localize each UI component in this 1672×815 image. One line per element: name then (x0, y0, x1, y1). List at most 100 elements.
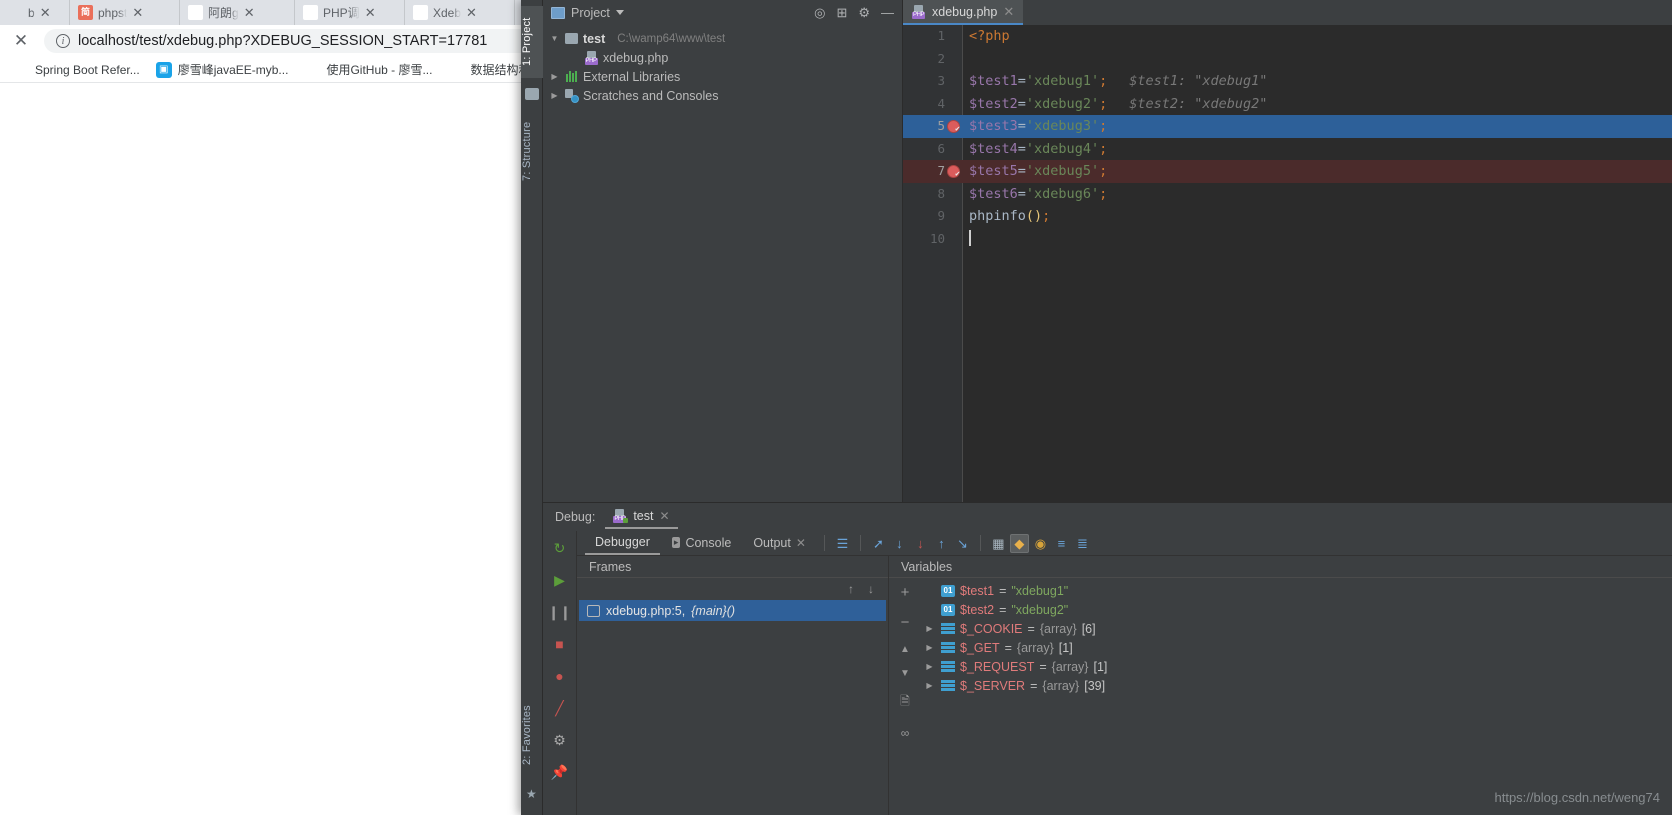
close-icon[interactable]: ✕ (659, 509, 669, 523)
tab-output[interactable]: Output ✕ (743, 533, 816, 554)
step-into-icon[interactable]: ↓ (890, 534, 909, 553)
minimize-icon[interactable]: — (881, 6, 894, 19)
stop-icon[interactable]: ■ (550, 634, 570, 654)
breakpoint-icon[interactable] (947, 163, 960, 185)
frame-row[interactable]: xdebug.php:5, {main}() (579, 600, 886, 621)
sidebar-item-favorites[interactable]: 2: Favorites (521, 695, 543, 775)
xdebug-icon[interactable]: ◆ (1009, 533, 1029, 553)
force-step-into-icon[interactable]: ↓ (911, 534, 930, 553)
browser-tab[interactable]: C PHP调 ✕ (295, 0, 405, 25)
run-to-cursor-icon[interactable]: ↘ (953, 534, 972, 553)
step-out-icon[interactable]: ↑ (932, 534, 951, 553)
close-icon[interactable]: ✕ (40, 6, 51, 19)
copy-icon[interactable]: 🗎 (900, 692, 910, 713)
folder-strip-icon[interactable] (525, 88, 539, 100)
at-icon[interactable]: ◉ (1031, 534, 1050, 553)
frames-pane: Frames ↑ ↓ xdebug.php:5, {main}() (577, 556, 889, 815)
gear-icon[interactable]: ⚙ (858, 6, 870, 19)
variable-row[interactable]: 01 $test2 = "xdebug2" (923, 600, 1672, 619)
view-breakpoints-icon[interactable]: ● (550, 666, 570, 686)
bookmark-item[interactable]: ✿ Spring Boot Refer... (6, 60, 147, 80)
mute-breakpoints-icon[interactable]: ╱ (550, 698, 570, 718)
project-tree-node[interactable]: Scratches and Consoles (543, 86, 902, 105)
variables-pane: Variables + − ▲ ▼ 🗎 ∞ 01 $test1 = "xdebug1"… (889, 556, 1672, 815)
stop-loading-button[interactable]: ✕ (8, 28, 34, 54)
chevron-right-icon[interactable] (549, 72, 560, 81)
code-token: = (1017, 118, 1026, 134)
rerun-icon[interactable]: ↻ (550, 538, 570, 558)
expand-chevron-icon[interactable]: ▶ (923, 662, 936, 671)
chevron-down-icon[interactable] (549, 34, 560, 43)
code-line[interactable]: 3 $test1='xdebug1'; $test1: "xdebug1" (903, 70, 1672, 93)
bookmark-item[interactable]: ✈ 使用GitHub - 廖雪... (297, 59, 439, 80)
sidebar-item-project[interactable]: 1: Project (521, 6, 543, 78)
code-line[interactable]: 5 $test3='xdebug3'; (903, 115, 1672, 140)
collapse-all-icon[interactable]: ⊞ (836, 6, 847, 19)
phpstorm-window: 1: Project 7: Structure 2: Favorites ★ P… (521, 0, 1672, 815)
code-line[interactable]: 6 $test4='xdebug4'; (903, 138, 1672, 161)
variable-row[interactable]: ▶ $_SERVER = {array} [39] (923, 676, 1672, 695)
debug-session-tab-test[interactable]: PHP test ✕ (605, 506, 678, 529)
code-line[interactable]: 10 (903, 228, 1672, 251)
array-icon (941, 623, 955, 634)
code-line[interactable]: 9 phpinfo(); (903, 205, 1672, 228)
close-icon[interactable]: ✕ (365, 6, 376, 19)
close-icon[interactable]: ✕ (244, 6, 255, 19)
add-watch-icon[interactable]: + (901, 584, 910, 601)
expand-chevron-icon[interactable]: ▶ (923, 681, 936, 690)
variable-row[interactable]: ▶ $_COOKIE = {array} [6] (923, 619, 1672, 638)
layout-settings-icon[interactable]: ☰ (833, 534, 852, 553)
code-line[interactable]: 1 <?php (903, 25, 1672, 48)
expand-chevron-icon[interactable]: ▶ (923, 624, 936, 633)
project-tree-node[interactable]: PHP xdebug.php (543, 48, 902, 67)
close-icon[interactable]: ✕ (132, 6, 143, 19)
pin-icon[interactable]: 📌 (550, 762, 570, 782)
code-line[interactable]: 8 $test6='xdebug6'; (903, 183, 1672, 206)
sort-values-icon[interactable]: ≡ (1052, 534, 1071, 553)
tab-console[interactable]: ▸ Console (662, 533, 741, 554)
favorites-star-icon[interactable]: ★ (526, 787, 537, 801)
evaluate-expression-icon[interactable]: ▦ (989, 534, 1008, 553)
code-line[interactable]: 4 $test2='xdebug2'; $test2: "xdebug2" (903, 93, 1672, 116)
code-line[interactable]: 2 (903, 48, 1672, 71)
remove-watch-icon[interactable]: − (901, 614, 910, 631)
chevron-right-icon[interactable] (549, 91, 560, 100)
sort-down-icon[interactable]: ↓ (868, 582, 874, 596)
close-icon[interactable]: ✕ (796, 536, 806, 550)
close-icon[interactable]: ✕ (466, 6, 477, 19)
code-line[interactable]: 7 $test5='xdebug5'; (903, 160, 1672, 185)
browser-tab[interactable]: C 阿朗g ✕ (180, 0, 295, 25)
close-icon[interactable]: ✕ (1003, 4, 1014, 20)
tab-debugger[interactable]: Debugger (585, 532, 660, 555)
expand-chevron-icon[interactable]: ▶ (923, 643, 936, 652)
project-tree-node[interactable]: External Libraries (543, 67, 902, 86)
browser-tab[interactable]: b ✕ (0, 0, 70, 25)
chevron-down-icon[interactable] (615, 10, 624, 15)
variable-row[interactable]: 01 $test1 = "xdebug1" (923, 581, 1672, 600)
breakpoint-icon[interactable] (947, 118, 960, 140)
move-down-icon[interactable]: ▼ (900, 668, 910, 679)
inline-watches-icon[interactable]: ≣ (1073, 534, 1092, 553)
project-tree-node[interactable]: test C:\wamp64\www\test (543, 29, 902, 48)
resume-program-icon[interactable]: ▶ (550, 570, 570, 590)
step-over-icon[interactable]: ➚ (869, 534, 888, 553)
x-icon: ✖ (413, 5, 428, 20)
bookmark-item[interactable]: ▣ 廖雪峰javaEE-myb... (149, 59, 296, 80)
sort-up-icon[interactable]: ↑ (848, 582, 854, 596)
site-info-icon[interactable]: i (56, 34, 70, 48)
variable-equals: = (1039, 659, 1047, 674)
move-up-icon[interactable]: ▲ (900, 644, 910, 655)
pause-program-icon[interactable]: ❙❙ (548, 602, 571, 622)
sidebar-item-structure[interactable]: 7: Structure (521, 110, 543, 192)
variable-row[interactable]: ▶ $_REQUEST = {array} [1] (923, 657, 1672, 676)
variable-row[interactable]: ▶ $_GET = {array} [1] (923, 638, 1672, 657)
editor-tab-xdebug-php[interactable]: PHP xdebug.php ✕ (903, 0, 1024, 25)
browser-tab[interactable]: 简 phpst ✕ (70, 0, 180, 25)
browser-tab-title: b (28, 5, 35, 20)
watches-icon[interactable]: ∞ (901, 726, 910, 740)
code-token: () (1025, 208, 1043, 224)
locate-file-icon[interactable]: ◎ (814, 6, 825, 19)
code-editor[interactable]: 1 <?php 2 3 $test1='xdebug1'; $test1: "xdebug… (903, 25, 1672, 502)
gear-icon[interactable]: ⚙ (550, 730, 570, 750)
browser-tab[interactable]: ✖ Xdeb ✕ (405, 0, 515, 25)
